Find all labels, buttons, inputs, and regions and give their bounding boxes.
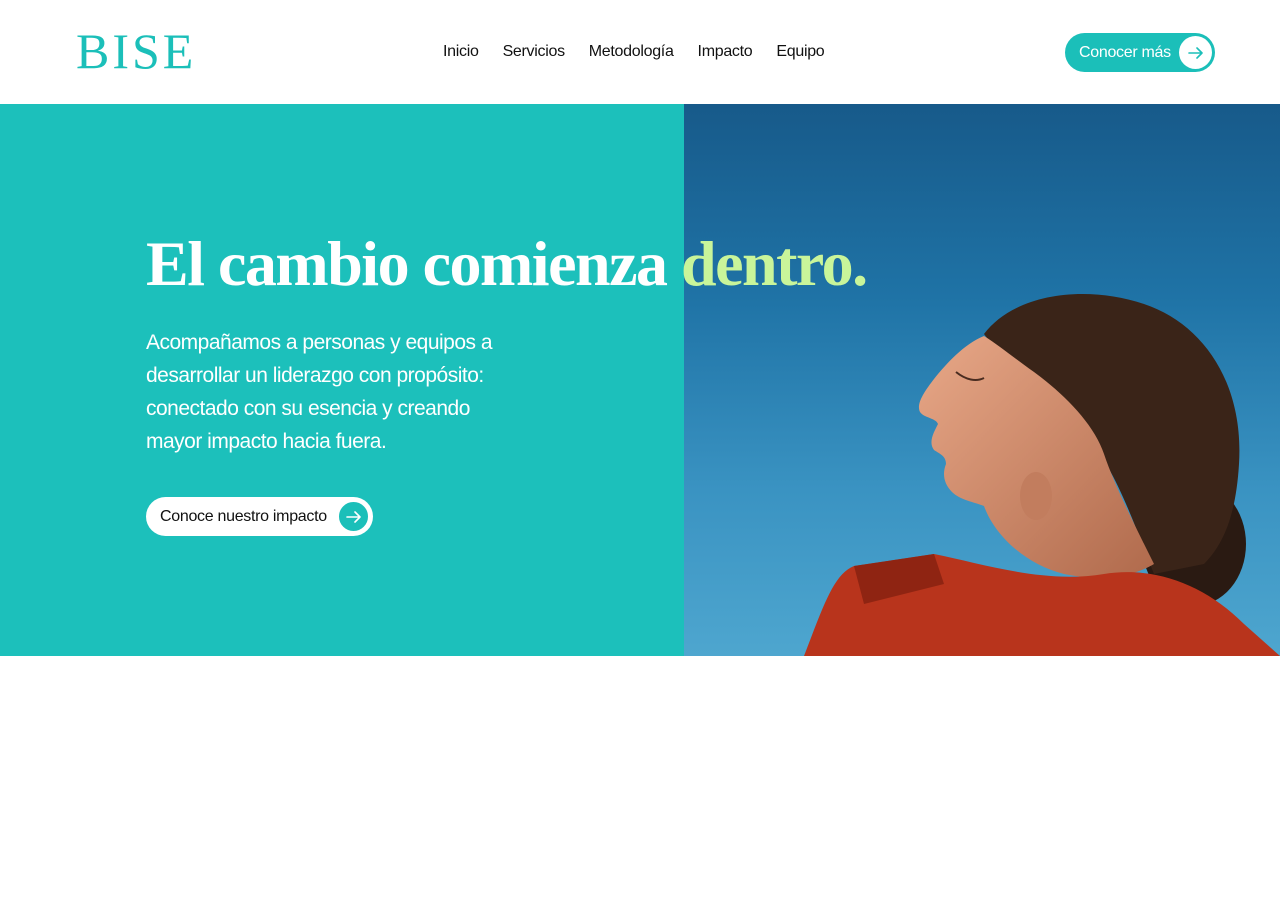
arrow-right-icon xyxy=(1179,36,1212,69)
conocer-mas-button[interactable]: Conocer más xyxy=(1065,33,1215,72)
hero-photo xyxy=(684,104,1280,656)
hero-headline: El cambio comienza dentro. xyxy=(146,228,868,299)
headline-main: El cambio comienza xyxy=(146,228,668,299)
nav-item-impacto[interactable]: Impacto xyxy=(698,43,753,61)
main-nav: Inicio Servicios Metodología Impacto Equ… xyxy=(443,41,825,63)
nav-item-equipo[interactable]: Equipo xyxy=(776,43,824,61)
woman-face-sky-photo xyxy=(804,294,1280,656)
nav-item-inicio[interactable]: Inicio xyxy=(443,43,479,61)
site-header: BISE Inicio Servicios Metodología Impact… xyxy=(0,0,1280,104)
arrow-right-icon xyxy=(337,500,370,533)
below-fold-section xyxy=(0,656,1280,900)
nav-item-metodologia[interactable]: Metodología xyxy=(589,43,674,61)
conoce-impacto-label: Conoce nuestro impacto xyxy=(160,507,327,525)
hero-section: El cambio comienza dentro. Acompañamos a… xyxy=(0,104,1280,656)
conoce-nuestro-impacto-button[interactable]: Conoce nuestro impacto xyxy=(146,497,373,536)
hero-lead-text: Acompañamos a personas y equipos a desar… xyxy=(146,331,493,453)
headline-accent: dentro. xyxy=(680,228,868,299)
logo[interactable]: BISE xyxy=(76,24,196,78)
conocer-mas-label: Conocer más xyxy=(1079,43,1171,61)
nav-item-servicios[interactable]: Servicios xyxy=(503,43,566,61)
